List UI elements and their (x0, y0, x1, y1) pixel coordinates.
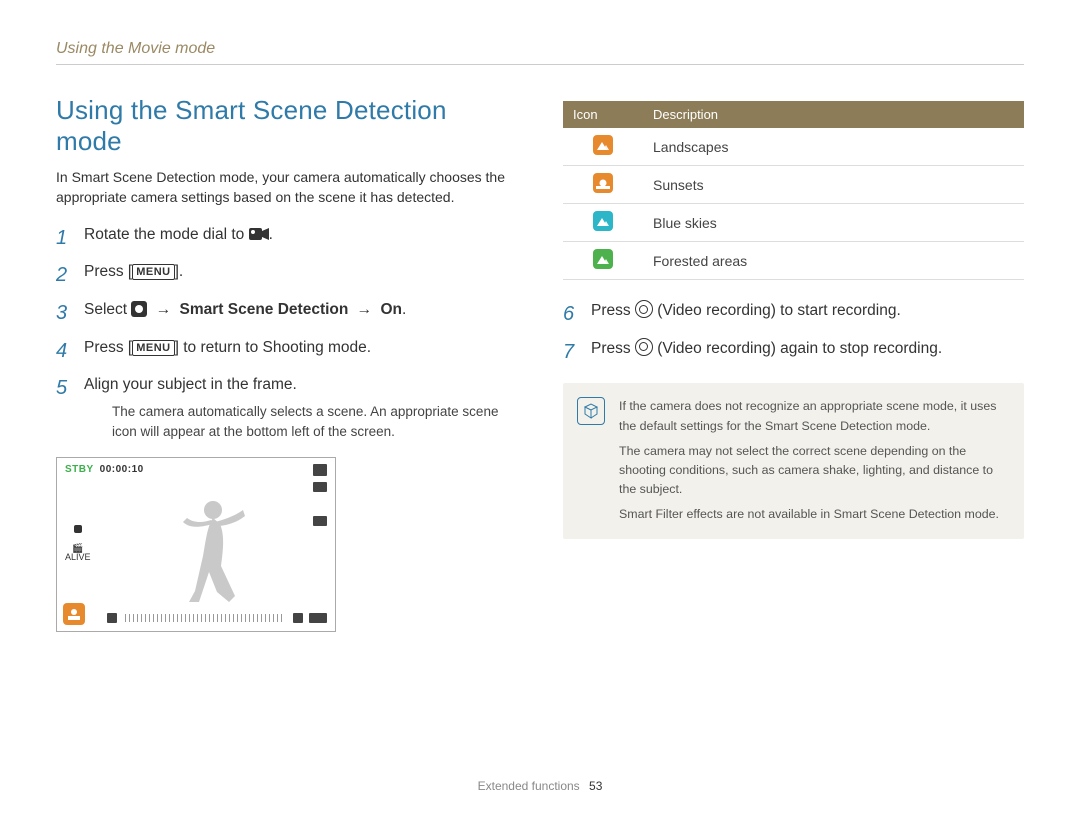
footer-label: Extended functions (478, 779, 580, 793)
quality-icon (313, 482, 327, 492)
resolution-icon (313, 464, 327, 476)
scene-icon (593, 135, 613, 155)
scene-desc: Blue skies (643, 204, 1024, 242)
mode-dial-movie-icon (249, 225, 269, 237)
ev-scale (125, 614, 285, 622)
scene-icon (593, 211, 613, 231)
battery-icon (309, 613, 327, 623)
scene-desc: Sunsets (643, 166, 1024, 204)
page-footer: Extended functions 53 (0, 779, 1080, 793)
icon-description-table: Icon Description LandscapesSunsetsBlue s… (563, 101, 1024, 280)
step-1-text: Rotate the mode dial to (84, 226, 249, 243)
step-5-text: Align your subject in the frame. (84, 376, 297, 393)
preview-right-icons (313, 464, 327, 526)
step-6-text-b: (Video recording) to start recording. (653, 302, 901, 319)
alive-icon: 🎬ALIVE (65, 544, 91, 562)
step-4: Press [MENU] to return to Shooting mode. (56, 337, 517, 359)
note-icon (577, 397, 605, 425)
menu-button-label-2: MENU (132, 340, 174, 356)
preview-bottom-bar (107, 613, 327, 623)
table-row: Blue skies (563, 204, 1024, 242)
manual-page: Using the Movie mode Using the Smart Sce… (0, 0, 1080, 815)
table-header-desc: Description (643, 101, 1024, 128)
step-3-text-a: Select (84, 301, 131, 318)
arrow-1: → (147, 301, 179, 318)
scene-chip-icon (63, 603, 85, 625)
step-3-option: Smart Scene Detection (180, 301, 349, 318)
record-button-icon (635, 300, 653, 318)
step-1: Rotate the mode dial to . (56, 224, 517, 246)
note-p1: If the camera does not recognize an appr… (619, 397, 1008, 435)
scene-desc: Landscapes (643, 128, 1024, 166)
note-box: If the camera does not recognize an appr… (563, 383, 1024, 538)
table-header-icon: Icon (563, 101, 643, 128)
scene-icon (593, 249, 613, 269)
table-row: Forested areas (563, 242, 1024, 280)
step-2-text-a: Press [ (84, 263, 132, 280)
preview-left-icons: 🎬ALIVE (65, 522, 91, 562)
arrow-2: → (348, 301, 380, 318)
step-2: Press [MENU]. (56, 261, 517, 283)
note-p2: The camera may not select the correct sc… (619, 442, 1008, 500)
table-row: Sunsets (563, 166, 1024, 204)
left-column: Using the Smart Scene Detection mode In … (56, 65, 517, 632)
page-number: 53 (589, 779, 602, 793)
steps-list-right: Press (Video recording) to start recordi… (563, 300, 1024, 359)
camera-preview: STBY 00:00:10 🎬ALIVE (56, 457, 336, 632)
steps-list-left: Rotate the mode dial to . Press [MENU]. … (56, 224, 517, 442)
step-4-text-a: Press [ (84, 339, 132, 356)
intro-paragraph: In Smart Scene Detection mode, your came… (56, 167, 516, 208)
ois-icon (65, 522, 91, 538)
focus-icon (293, 613, 303, 623)
step-7-text-b: (Video recording) again to stop recordin… (653, 340, 942, 357)
step-6: Press (Video recording) to start recordi… (563, 300, 1024, 322)
step-6-text-a: Press (591, 302, 635, 319)
section-label: Using the Movie mode (56, 40, 1024, 58)
record-button-icon-2 (635, 338, 653, 356)
step-3: Select → Smart Scene Detection → On. (56, 299, 517, 321)
rec-time: 00:00:10 (100, 464, 144, 475)
camera-icon (131, 301, 147, 317)
step-3-text-d: . (402, 301, 406, 318)
dancer-silhouette (165, 496, 255, 606)
step-1-text-b: . (269, 226, 273, 243)
metering-icon (313, 516, 327, 526)
step-5: Align your subject in the frame. The cam… (56, 374, 517, 441)
stby-indicator: STBY (65, 464, 94, 475)
menu-button-label: MENU (132, 264, 174, 280)
scene-icon (593, 173, 613, 193)
step-7: Press (Video recording) again to stop re… (563, 338, 1024, 360)
step-7-text-a: Press (591, 340, 635, 357)
step-3-value: On (380, 301, 402, 318)
step-5-sub: The camera automatically selects a scene… (112, 402, 517, 441)
note-p3: Smart Filter effects are not available i… (619, 505, 1008, 524)
table-row: Landscapes (563, 128, 1024, 166)
step-4-text-b: ] to return to Shooting mode. (175, 339, 371, 356)
scene-desc: Forested areas (643, 242, 1024, 280)
step-2-text-b: ]. (175, 263, 184, 280)
page-title: Using the Smart Scene Detection mode (56, 95, 517, 157)
flash-icon (107, 613, 117, 623)
right-column: Icon Description LandscapesSunsetsBlue s… (563, 65, 1024, 632)
